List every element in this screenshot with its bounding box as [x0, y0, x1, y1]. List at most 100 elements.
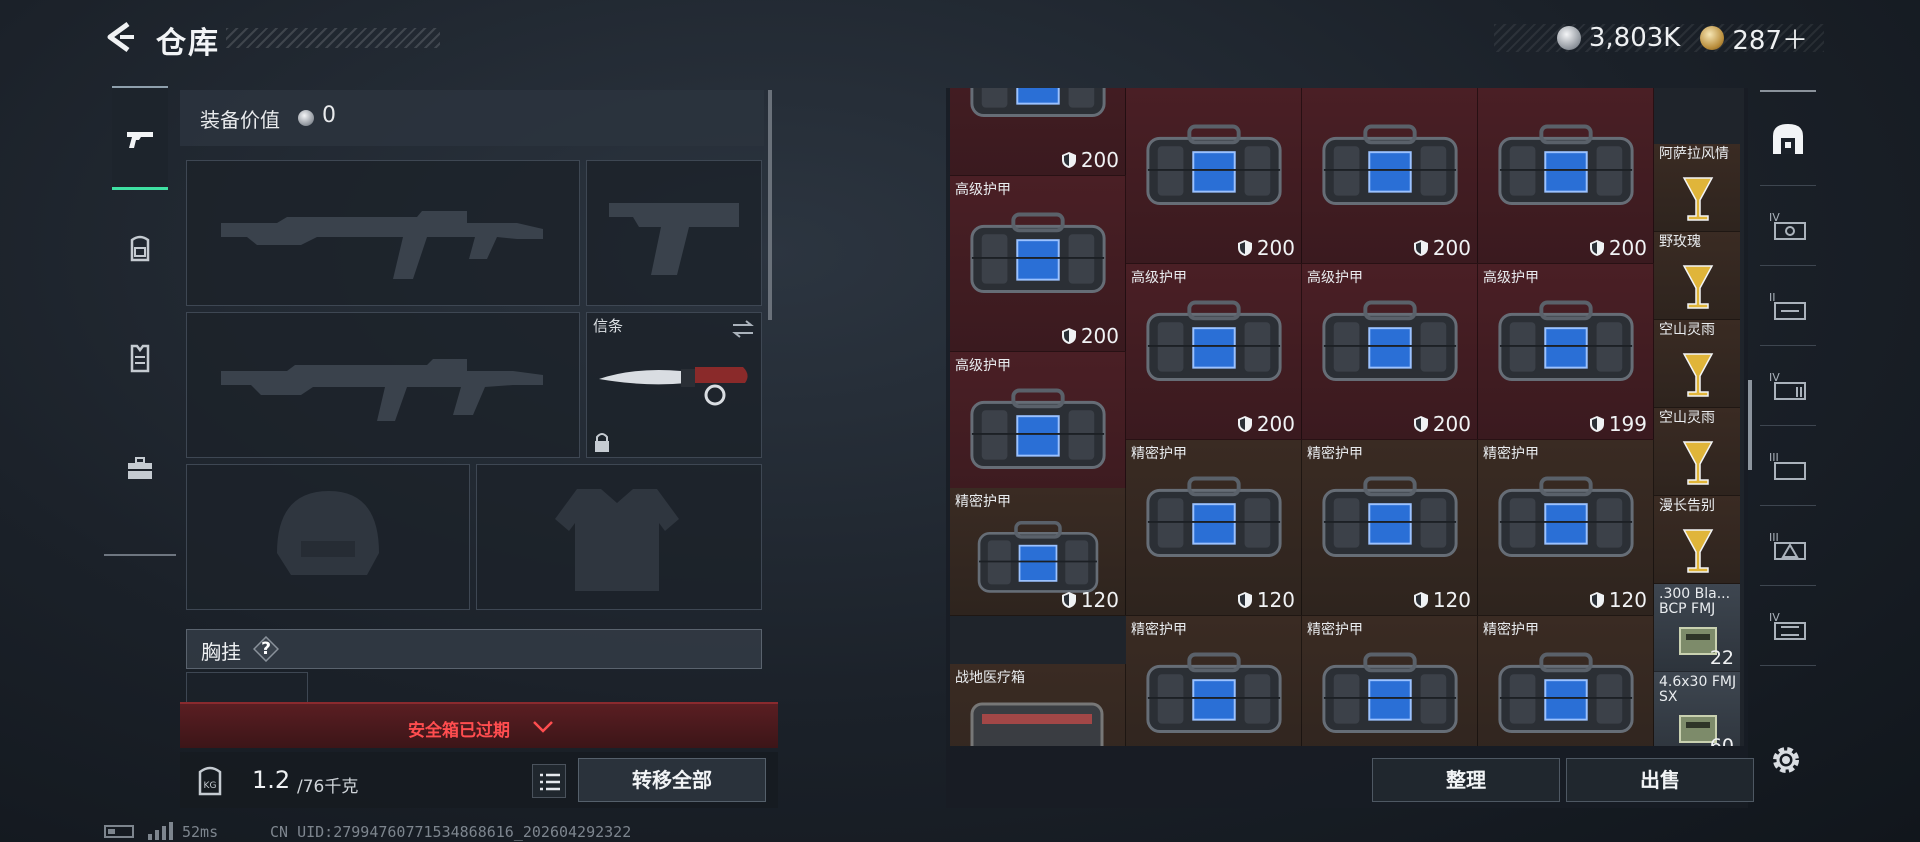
cocktail-icon — [1682, 265, 1714, 309]
durability-shield-icon — [1237, 592, 1252, 608]
weight-current: 1.2 — [252, 766, 291, 794]
stash-tier-iii-icon: III — [1769, 451, 1806, 480]
sidearm-slot[interactable] — [586, 160, 762, 306]
stash-item[interactable]: 高级护甲 200 — [950, 176, 1126, 352]
storage-main-icon — [1773, 123, 1803, 154]
rail-tab-iv-2[interactable]: IV — [1760, 346, 1816, 426]
swap-icon[interactable] — [731, 319, 755, 339]
stash-side-item[interactable]: 空山灵雨 — [1654, 408, 1740, 496]
durability-value: 200 — [1432, 412, 1471, 436]
rail-tab-iv-1[interactable]: IV — [1760, 186, 1816, 266]
stash-item[interactable]: 200 — [1126, 88, 1302, 264]
stash-item[interactable]: 精密护甲120 — [1126, 440, 1302, 616]
rail-item-weapons[interactable] — [112, 86, 168, 190]
cocktail-icon — [1682, 177, 1714, 221]
durability-shield-icon — [1061, 152, 1076, 168]
rail-tab-main[interactable] — [1760, 90, 1816, 186]
back-arrow-icon[interactable] — [104, 20, 138, 54]
item-name: 4.6x30 FMJ SX — [1659, 674, 1737, 705]
stash-item[interactable]: 精密护甲120 — [1302, 616, 1478, 746]
durability-shield-icon — [1061, 592, 1076, 608]
stash-item[interactable]: 精密护甲120 — [1478, 440, 1654, 616]
armor-silhouette-icon — [555, 489, 679, 591]
sort-button[interactable]: 整理 — [1372, 758, 1560, 802]
knife-icon — [599, 367, 748, 406]
rail-tab-iii[interactable]: III — [1760, 426, 1816, 506]
gold-coin-icon — [1700, 26, 1725, 50]
helmet-slot[interactable] — [186, 464, 470, 610]
stash-tier-iv-icon: IV — [1769, 611, 1806, 640]
item-name: 空山灵雨 — [1659, 410, 1715, 426]
currency-bar: 3,803K 287＋ — [1494, 23, 1824, 56]
advanced-armor-bag-icon — [1498, 300, 1634, 381]
stash-item[interactable]: 高级护甲 200 — [1302, 264, 1478, 440]
stash-item[interactable]: 精密护甲120 — [1126, 616, 1302, 746]
loadout-scrollbar[interactable] — [768, 90, 772, 320]
loadout-category-rail — [104, 86, 176, 556]
list-view-button[interactable] — [532, 764, 566, 798]
stash-item[interactable]: 200 — [950, 88, 1126, 176]
backpack-icon — [130, 235, 150, 262]
stash-scrollbar[interactable] — [1748, 380, 1752, 470]
precision-armor-bag-icon — [1498, 652, 1634, 733]
primary-weapon-slot[interactable] — [186, 160, 580, 306]
stash-item[interactable]: 精密护甲 120 — [950, 488, 1126, 616]
item-name: 高级护甲 — [1131, 270, 1187, 286]
stash-side-item[interactable]: .300 Bla... BCP FMJ 22 — [1654, 584, 1740, 672]
advanced-armor-bag-icon — [1146, 300, 1282, 381]
precision-armor-bag-icon — [1322, 476, 1458, 557]
item-name: 空山灵雨 — [1659, 322, 1715, 338]
item-name: 精密护甲 — [955, 494, 1011, 510]
body-armor-slot[interactable] — [476, 464, 762, 610]
melee-slot[interactable]: 信条 — [586, 312, 762, 458]
stash-item[interactable]: 200 — [1478, 88, 1654, 264]
stash-item[interactable]: 精密护甲120 — [1478, 616, 1654, 746]
help-icon[interactable]: ? — [253, 636, 279, 662]
rail-item-toolbox[interactable] — [112, 416, 168, 520]
battery-icon — [104, 825, 134, 838]
settings-gear-icon[interactable] — [1768, 742, 1804, 778]
stash-side-item[interactable]: 漫长告别 — [1654, 496, 1740, 584]
durability-shield-icon — [1589, 592, 1604, 608]
stash-item[interactable]: 200 — [1302, 88, 1478, 264]
safebox-expired-banner[interactable]: 安全箱已过期 — [180, 702, 778, 748]
stash-side-item[interactable]: 4.6x30 FMJ SX 60 — [1654, 672, 1740, 746]
stash-item[interactable]: 精密护甲 120 — [1302, 440, 1478, 616]
rail-tab-iii-2[interactable]: III — [1760, 506, 1816, 586]
rail-tab-iv-3[interactable]: IV — [1760, 586, 1816, 666]
stash-side-item[interactable]: 阿萨拉风情 — [1654, 144, 1740, 232]
stash-side-item[interactable]: 野玫瑰 — [1654, 232, 1740, 320]
uid-text: CN UID:27994760771534868616_202604292322 — [270, 823, 632, 841]
item-durability: 120 — [1061, 588, 1119, 612]
chevron-down-icon — [533, 721, 553, 733]
rail-tab-ii[interactable]: II — [1760, 266, 1816, 346]
stash-tier-iv-icon: IV — [1769, 211, 1806, 240]
sell-button[interactable]: 出售 — [1566, 758, 1754, 802]
stash-item[interactable]: 高级护甲 200 — [1126, 264, 1302, 440]
secondary-weapon-slot[interactable] — [186, 312, 580, 458]
gold-amount[interactable]: 287＋ — [1732, 20, 1808, 57]
item-name: 精密护甲 — [1307, 446, 1363, 462]
item-name: 高级护甲 — [1483, 270, 1539, 286]
precision-armor-bag-icon — [1146, 476, 1282, 557]
status-footer: 52ms CN UID:27994760771534868616_2026042… — [104, 822, 804, 842]
chest-rig-slot[interactable] — [186, 672, 308, 702]
rail-item-vest[interactable] — [112, 306, 168, 410]
chest-rig-row[interactable]: 胸挂 ? — [186, 629, 762, 669]
item-durability: 120 — [1413, 588, 1471, 612]
stash-item[interactable]: 战地医疗箱 — [950, 664, 1126, 746]
stash-grid: 200高级护甲200高级护甲195精密护甲120战地医疗箱200200200高级… — [950, 88, 1744, 746]
stash-item[interactable]: 高级护甲 199 — [1478, 264, 1654, 440]
item-name: 高级护甲 — [955, 358, 1011, 374]
durability-shield-icon — [1237, 416, 1252, 432]
rail-item-backpack[interactable] — [112, 196, 168, 300]
item-name: 高级护甲 — [1307, 270, 1363, 286]
item-durability: 200 — [1589, 236, 1647, 260]
item-durability: 200 — [1413, 236, 1471, 260]
transfer-all-button[interactable]: 转移全部 — [578, 758, 766, 802]
pistol-silhouette-icon — [609, 203, 739, 275]
cocktail-icon — [1682, 441, 1714, 485]
equipment-value: 0 — [322, 103, 336, 128]
precision-armor-bag-icon — [1146, 652, 1282, 733]
stash-side-item[interactable]: 空山灵雨 — [1654, 320, 1740, 408]
